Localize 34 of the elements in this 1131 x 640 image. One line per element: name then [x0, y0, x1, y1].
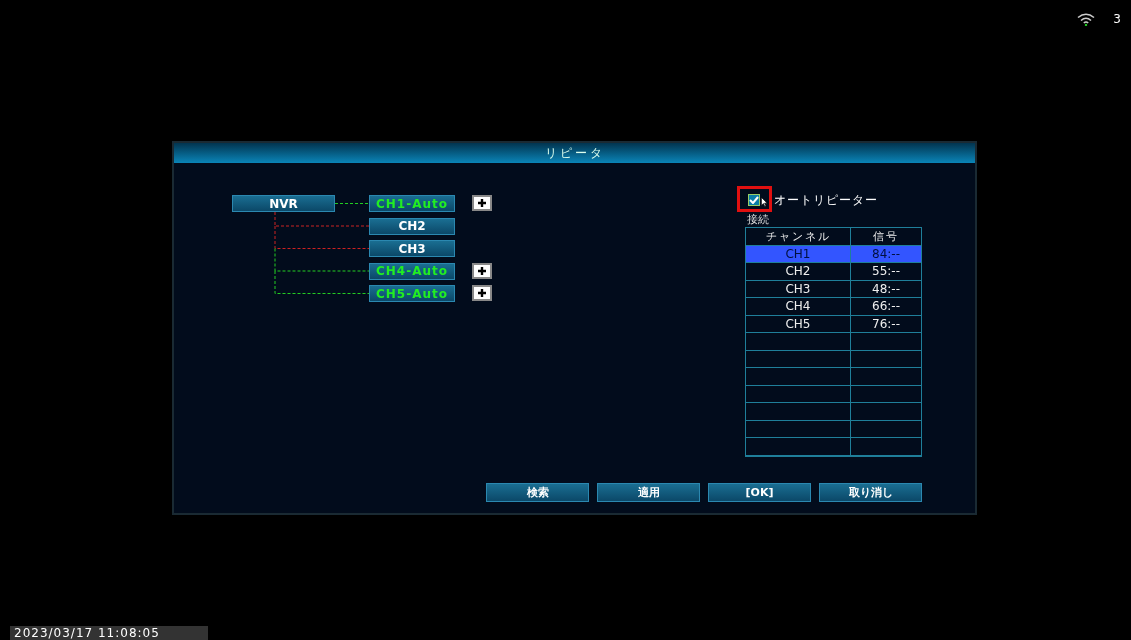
channel-count: 3: [1113, 12, 1121, 26]
column-header: チャンネル: [746, 228, 851, 246]
channel-node[interactable]: CH4-Auto: [369, 262, 455, 280]
table-cell[interactable]: CH5: [746, 315, 851, 333]
table-cell[interactable]: 55:--: [851, 263, 922, 281]
auto-repeater-label: オートリピーター: [774, 191, 878, 209]
table-cell[interactable]: CH4: [746, 298, 851, 316]
table-cell[interactable]: 76:--: [851, 315, 922, 333]
channel-node[interactable]: CH5-Auto: [369, 285, 455, 302]
channel-node[interactable]: CH2: [369, 217, 455, 235]
dialog-button[interactable]: [OK]: [708, 483, 811, 502]
channel-node[interactable]: CH3: [369, 240, 455, 257]
plus-icon: [476, 198, 488, 208]
channel-node[interactable]: CH1-Auto: [369, 195, 455, 212]
table-cell[interactable]: 48:--: [851, 280, 922, 298]
plus-button[interactable]: [472, 195, 492, 211]
table-cell[interactable]: 66:--: [851, 298, 922, 316]
connection-label: 接続: [746, 213, 770, 227]
column-header: 信号: [851, 228, 922, 246]
plus-icon: [476, 265, 488, 276]
nvr-node: NVR: [232, 195, 335, 212]
dialog-button[interactable]: 検索: [486, 483, 589, 502]
table-cell[interactable]: CH2: [746, 263, 851, 281]
dialog-button[interactable]: 取り消し: [819, 483, 922, 502]
auto-repeater-checkbox[interactable]: [748, 194, 760, 206]
cursor-icon: [761, 197, 768, 207]
plus-button[interactable]: [472, 285, 492, 301]
plus-button[interactable]: [472, 262, 492, 279]
wifi-icon: [1077, 12, 1096, 26]
dialog-button[interactable]: 適用: [597, 483, 700, 502]
table-cell[interactable]: CH3: [746, 280, 851, 298]
plus-icon: [476, 288, 488, 298]
dialog-title: リピータ: [174, 143, 975, 163]
timestamp: 2023/03/17 11:08:05: [10, 626, 208, 640]
